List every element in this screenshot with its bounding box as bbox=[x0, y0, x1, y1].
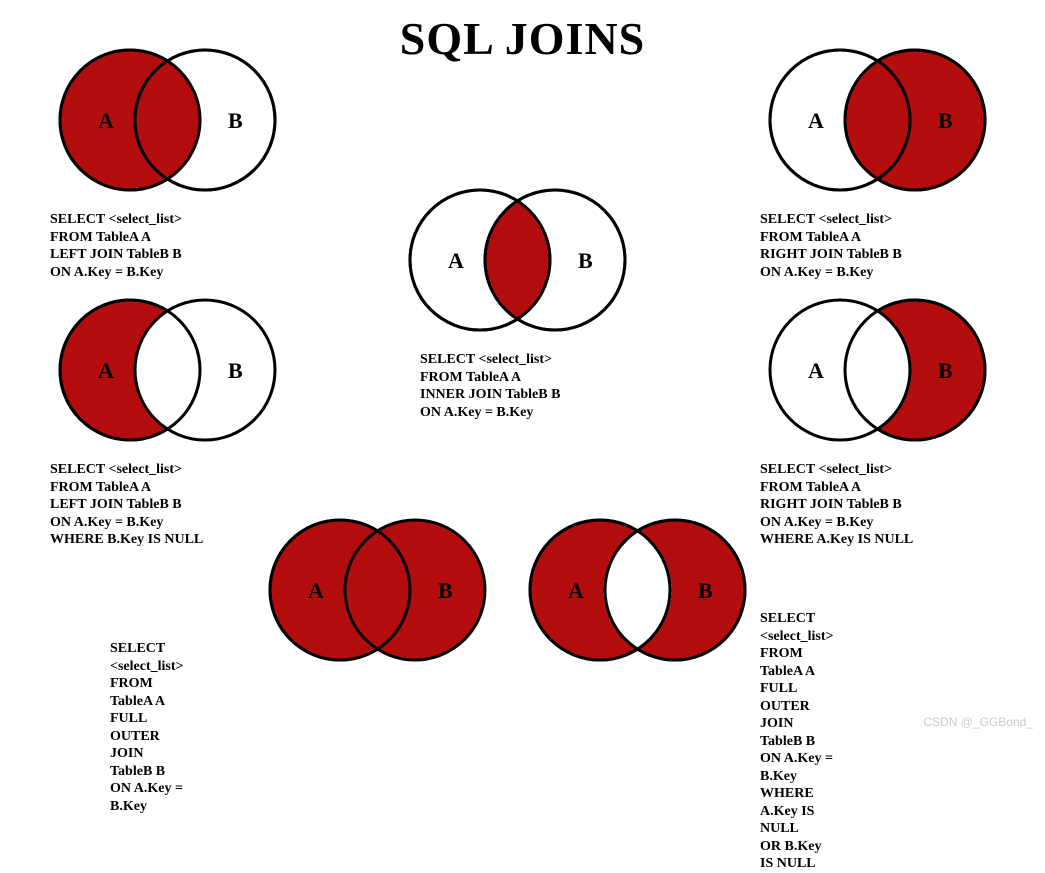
label-a: A bbox=[568, 578, 584, 603]
venn-full-excl-join: A B bbox=[520, 510, 750, 670]
label-b: B bbox=[938, 358, 953, 383]
label-b: B bbox=[228, 108, 243, 133]
venn-right-excl-join: A B bbox=[760, 290, 990, 450]
label-a: A bbox=[98, 358, 114, 383]
venn-left-excl-join: A B bbox=[50, 290, 280, 450]
watermark: CSDN @_GGBond_ bbox=[923, 715, 1033, 729]
venn-full-join: A B bbox=[260, 510, 490, 670]
diagram-left-join: A B SELECT <select_list>FROM TableA ALEF… bbox=[50, 40, 280, 281]
sql-right-join: SELECT <select_list>FROM TableA ARIGHT J… bbox=[760, 211, 990, 281]
label-b: B bbox=[578, 248, 593, 273]
diagram-inner-join: A B SELECT <select_list>FROM TableA AINN… bbox=[400, 180, 630, 421]
diagram-right-excl-join: A B SELECT <select_list>FROM TableA ARIG… bbox=[760, 290, 990, 549]
sql-inner-join: SELECT <select_list>FROM TableA AINNER J… bbox=[420, 351, 630, 421]
label-a: A bbox=[808, 108, 824, 133]
label-b: B bbox=[438, 578, 453, 603]
sql-full-join: SELECT <select_list>FROM TableA AFULL OU… bbox=[110, 640, 183, 815]
venn-left-join: A B bbox=[50, 40, 280, 200]
sql-full-excl-join: SELECT <select_list>FROM TableA AFULL OU… bbox=[760, 610, 833, 873]
label-a: A bbox=[98, 108, 114, 133]
page-title: SQL JOINS bbox=[400, 12, 646, 65]
venn-inner-join: A B bbox=[400, 180, 630, 340]
label-a: A bbox=[808, 358, 824, 383]
diagram-right-join: A B SELECT <select_list>FROM TableA ARIG… bbox=[760, 40, 990, 281]
venn-right-join: A B bbox=[760, 40, 990, 200]
sql-right-excl-join: SELECT <select_list>FROM TableA ARIGHT J… bbox=[760, 461, 990, 549]
label-b: B bbox=[228, 358, 243, 383]
label-b: B bbox=[698, 578, 713, 603]
diagram-left-excl-join: A B SELECT <select_list>FROM TableA ALEF… bbox=[50, 290, 280, 549]
label-a: A bbox=[448, 248, 464, 273]
sql-left-excl-join: SELECT <select_list>FROM TableA ALEFT JO… bbox=[50, 461, 280, 549]
sql-left-join: SELECT <select_list>FROM TableA ALEFT JO… bbox=[50, 211, 280, 281]
label-a: A bbox=[308, 578, 324, 603]
label-b: B bbox=[938, 108, 953, 133]
